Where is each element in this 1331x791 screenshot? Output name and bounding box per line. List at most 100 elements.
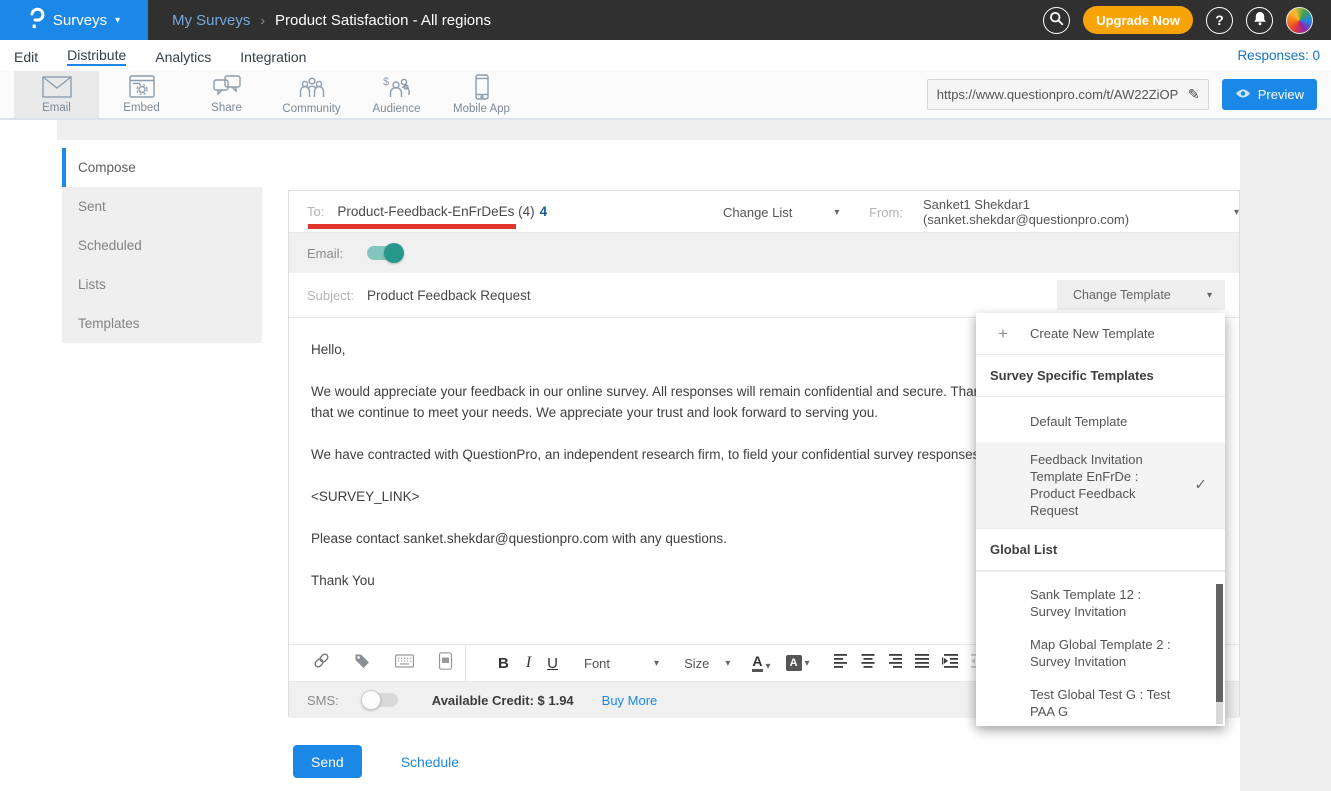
italic-button[interactable]: I	[526, 654, 531, 672]
template-item-map-global-2[interactable]: Map Global Template 2 : Survey Invitatio…	[976, 636, 1225, 670]
chevron-down-icon: ▾	[654, 658, 659, 669]
channel-community[interactable]: Community	[269, 71, 354, 118]
tab-distribute[interactable]: Distribute	[67, 45, 126, 66]
buy-more-link[interactable]: Buy More	[602, 693, 658, 708]
background-color-button[interactable]: A ▾	[786, 655, 810, 671]
chevron-down-icon: ▾	[766, 661, 771, 672]
template-item-label: Default Template	[1030, 413, 1182, 430]
indent-button[interactable]	[942, 654, 958, 673]
channel-mobile-app[interactable]: Mobile App	[439, 71, 524, 118]
chevron-down-icon: ▾	[834, 207, 839, 218]
schedule-link[interactable]: Schedule	[401, 754, 459, 770]
template-item-default[interactable]: Default Template	[976, 397, 1225, 442]
editor-insert-tools	[289, 645, 466, 681]
change-template-menu: + Create New Template Survey Specific Te…	[976, 313, 1225, 726]
breadcrumb-separator-icon: ›	[260, 12, 265, 28]
alignment-tools	[834, 654, 987, 673]
to-list-name[interactable]: Product-Feedback-EnFrDeEs (4)	[337, 204, 534, 219]
change-template-button[interactable]: Change Template ▾	[1057, 280, 1225, 310]
distribute-channel-bar: Email Embed	[0, 71, 1331, 120]
channel-label: Embed	[123, 102, 159, 114]
preview-button[interactable]: Preview	[1222, 79, 1317, 110]
responses-count[interactable]: Responses: 0	[1237, 48, 1320, 63]
check-icon: ✓	[1194, 477, 1207, 494]
audience-dollar-people-icon: $	[382, 75, 412, 100]
send-button[interactable]: Send	[293, 745, 362, 778]
chevron-down-icon: ▾	[1234, 207, 1239, 218]
text-color-button[interactable]: A ▾	[752, 654, 770, 672]
top-bar: Surveys ▾ My Surveys › Product Satisfact…	[0, 0, 1331, 40]
sidebar-item-compose[interactable]: Compose	[62, 148, 262, 187]
align-justify-button[interactable]	[915, 654, 929, 673]
tab-edit[interactable]: Edit	[14, 47, 38, 65]
template-item-test-global[interactable]: Test Global Test G : Test PAA G	[976, 686, 1225, 720]
available-credit: Available Credit: $ 1.94	[432, 693, 574, 708]
sidebar-item-templates[interactable]: Templates	[62, 304, 262, 343]
change-list-dropdown[interactable]: Change List ▾	[723, 191, 839, 233]
embedded-data-button[interactable]	[395, 654, 414, 673]
font-dropdown[interactable]: Font ▾	[584, 656, 659, 671]
menu-scrollbar-track[interactable]	[1216, 702, 1223, 724]
from-dropdown[interactable]: From: Sanket1 Shekdar1 (sanket.shekdar@q…	[851, 191, 1239, 233]
merge-tag-button[interactable]	[354, 652, 371, 674]
breadcrumb: My Surveys › Product Satisfaction - All …	[172, 12, 491, 29]
send-actions: Send Schedule	[293, 745, 459, 778]
to-recipient-count: 4	[540, 204, 548, 219]
chevron-down-icon: ▾	[115, 15, 120, 26]
search-button[interactable]	[1043, 7, 1070, 34]
breadcrumb-my-surveys[interactable]: My Surveys	[172, 12, 250, 29]
email-toggle[interactable]	[367, 246, 402, 260]
channel-audience[interactable]: $ Audience	[354, 71, 439, 118]
menu-scrollbar-thumb[interactable]	[1216, 584, 1223, 702]
template-item-sank-12[interactable]: Sank Template 12 : Survey Invitation	[976, 586, 1225, 620]
bold-button[interactable]: B	[498, 655, 509, 672]
bell-icon	[1253, 11, 1267, 29]
align-left-button[interactable]	[834, 654, 848, 673]
underline-button[interactable]: U	[547, 655, 558, 672]
chevron-down-icon: ▾	[805, 658, 810, 669]
create-new-template-item[interactable]: + Create New Template	[976, 313, 1225, 355]
app-screen: Surveys ▾ My Surveys › Product Satisfact…	[0, 0, 1331, 791]
subject-input[interactable]: Product Feedback Request	[367, 288, 531, 303]
product-switcher[interactable]: Surveys ▾	[0, 0, 148, 40]
tab-analytics[interactable]: Analytics	[155, 47, 211, 65]
insert-link-button[interactable]	[313, 652, 330, 674]
sidebar-item-scheduled[interactable]: Scheduled	[62, 226, 262, 265]
channel-email[interactable]: Email	[14, 71, 99, 118]
font-dropdown-label: Font	[584, 656, 610, 671]
channel-label: Community	[282, 103, 340, 115]
edit-url-pencil-icon[interactable]: ✎	[1180, 80, 1208, 109]
template-item-feedback-invitation[interactable]: Feedback Invitation Template EnFrDe : Pr…	[976, 442, 1225, 528]
background-color-letter: A	[786, 655, 802, 671]
subject-row: Subject: Product Feedback Request Change…	[289, 273, 1239, 318]
survey-title: Product Satisfaction - All regions	[275, 12, 491, 29]
channel-share[interactable]: Share	[184, 71, 269, 118]
to-list-underline	[308, 224, 516, 229]
eye-icon	[1235, 87, 1251, 102]
align-right-button[interactable]	[888, 654, 902, 673]
survey-templates-section-header: Survey Specific Templates	[976, 355, 1225, 397]
channel-label: Email	[42, 102, 71, 114]
left-margin-strip	[0, 120, 57, 791]
sms-toggle[interactable]	[363, 693, 398, 707]
sidebar-item-lists[interactable]: Lists	[62, 265, 262, 304]
help-button[interactable]: ?	[1206, 7, 1233, 34]
notifications-button[interactable]	[1246, 7, 1273, 34]
search-icon	[1049, 11, 1064, 29]
email-toggle-row: Email:	[289, 233, 1239, 273]
upgrade-now-button[interactable]: Upgrade Now	[1083, 6, 1193, 34]
channel-label: Audience	[373, 103, 421, 115]
share-chat-bubbles-icon	[212, 75, 242, 99]
avatar[interactable]	[1286, 7, 1313, 34]
sidebar-item-sent[interactable]: Sent	[62, 187, 262, 226]
align-center-button[interactable]	[861, 654, 875, 673]
mobile-preview-button[interactable]	[438, 652, 453, 675]
embed-browser-gear-icon	[128, 75, 156, 99]
survey-url-input[interactable]	[928, 87, 1180, 102]
channel-embed[interactable]: Embed	[99, 71, 184, 118]
compose-side-menu: Compose Sent Scheduled Lists Templates	[62, 148, 262, 343]
align-justify-icon	[915, 654, 929, 673]
tab-integration[interactable]: Integration	[240, 47, 306, 65]
plus-icon: +	[998, 324, 1016, 344]
size-dropdown[interactable]: Size ▾	[684, 656, 730, 671]
